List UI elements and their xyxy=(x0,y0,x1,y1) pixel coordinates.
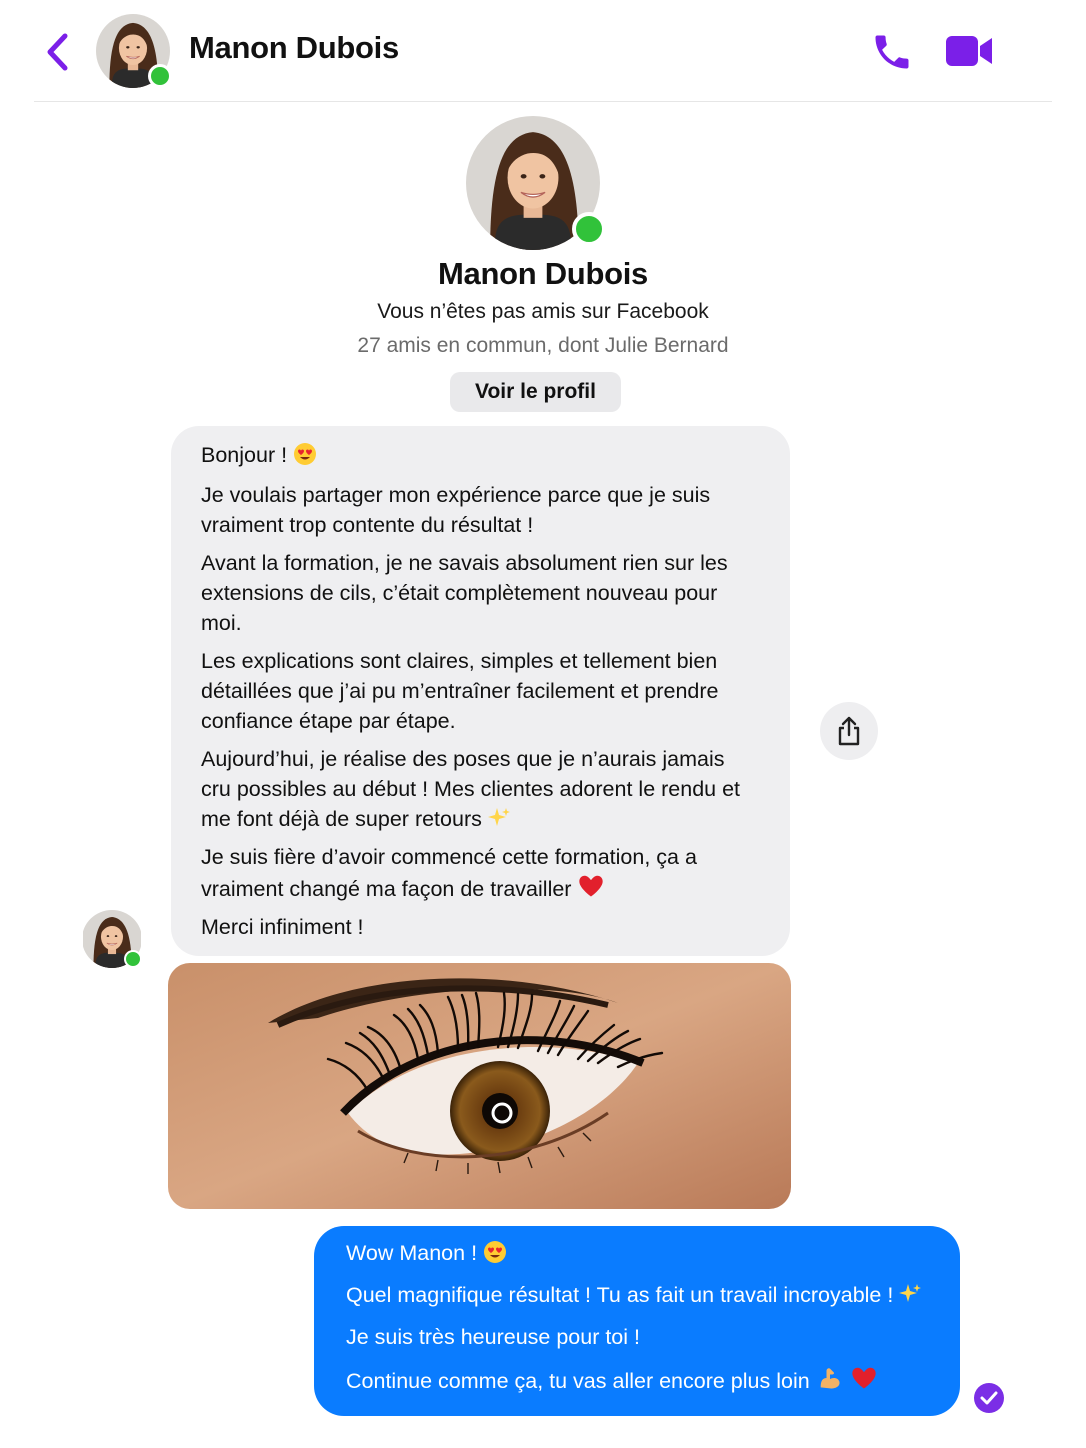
heart-eyes-emoji-icon xyxy=(294,443,317,465)
conversation-header: Manon Dubois xyxy=(0,0,1086,102)
message-line: Je voulais partager mon expérience parce… xyxy=(201,483,711,537)
profile-avatar[interactable] xyxy=(466,116,606,250)
back-button[interactable] xyxy=(40,30,76,74)
video-camera-icon xyxy=(946,36,992,66)
contact-name[interactable]: Manon Dubois xyxy=(189,30,399,66)
red-heart-emoji-icon xyxy=(851,1367,876,1389)
view-profile-button[interactable]: Voir le profil xyxy=(450,372,621,412)
message-line: Quel magnifique résultat ! Tu as fait un… xyxy=(346,1283,894,1307)
chevron-left-icon xyxy=(47,33,68,71)
phone-icon xyxy=(875,35,909,69)
sparkles-emoji-icon xyxy=(487,808,510,826)
heart-eyes-emoji-icon xyxy=(484,1241,507,1263)
message-line: Wow Manon ! xyxy=(346,1241,478,1265)
contact-avatar[interactable] xyxy=(96,14,172,88)
sender-avatar[interactable] xyxy=(82,910,142,968)
message-line: Continue comme ça, tu vas aller encore p… xyxy=(346,1369,810,1393)
message-line: Je suis fière d’avoir commencé cette for… xyxy=(201,845,697,901)
incoming-message-text: Bonjour ! Je voulais partager mon expéri… xyxy=(201,440,741,950)
message-line: Aujourd’hui, je réalise des poses que je… xyxy=(201,747,741,831)
outgoing-message-text: Wow Manon ! Quel magnifique résultat ! T… xyxy=(346,1238,946,1408)
share-button[interactable] xyxy=(820,702,878,760)
seen-check-icon xyxy=(974,1383,1004,1413)
audio-call-button[interactable] xyxy=(870,30,914,74)
flexed-biceps-emoji-icon xyxy=(820,1368,840,1389)
message-line: Avant la formation, je ne savais absolum… xyxy=(201,551,728,635)
red-heart-emoji-icon xyxy=(579,875,604,897)
header-divider xyxy=(34,101,1052,102)
message-line: Je suis très heureuse pour toi ! xyxy=(346,1325,640,1349)
online-status-dot xyxy=(572,212,606,246)
sparkles-emoji-icon xyxy=(899,1284,922,1302)
share-icon xyxy=(838,716,860,746)
message-line: Merci infiniment ! xyxy=(201,915,364,939)
friendship-status: Vous n’êtes pas amis sur Facebook xyxy=(377,300,709,323)
eyelash-photo-attachment[interactable] xyxy=(168,963,791,1209)
online-status-dot xyxy=(124,950,142,968)
profile-name: Manon Dubois xyxy=(438,256,648,291)
message-line: Les explications sont claires, simples e… xyxy=(201,649,719,733)
mutual-friends: 27 amis en commun, dont Julie Bernard xyxy=(357,334,729,357)
message-line: Bonjour ! xyxy=(201,443,288,467)
video-call-button[interactable] xyxy=(944,32,994,70)
online-status-dot xyxy=(148,64,172,88)
